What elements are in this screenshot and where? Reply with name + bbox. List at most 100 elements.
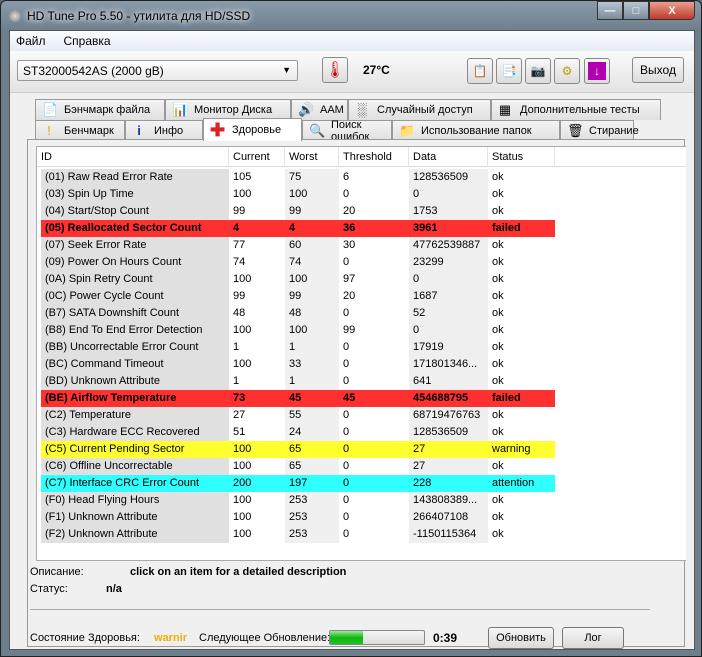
threshold-value: 0 (343, 528, 350, 540)
table-row[interactable]: (0A) Spin Retry Count 100 100 97 0 ok (41, 271, 686, 288)
tab-disk-monitor[interactable]: 📊 Монитор Диска (165, 99, 291, 120)
table-row[interactable]: (05) Reallocated Sector Count 4 4 36 3961 fai… (41, 220, 686, 237)
raw-data: 0 (409, 271, 488, 288)
tab-label: Здоровье (232, 124, 282, 136)
raw-data: 266407108 (409, 509, 488, 526)
column-threshold[interactable]: Threshold (339, 146, 409, 167)
maximize-button[interactable]: □ (623, 1, 649, 20)
raw-data: 23299 (409, 254, 488, 271)
tab-extra-tests[interactable]: ▦ Дополнительные тесты (491, 99, 661, 120)
column-current[interactable]: Current (229, 146, 285, 167)
threshold-value: 0 (343, 460, 350, 472)
table-row[interactable]: (C7) Interface CRC Error Count 200 197 0 228… (41, 475, 686, 492)
menu-help[interactable]: Справка (64, 34, 111, 48)
attribute-id: (07) Seek Error Rate (41, 237, 229, 254)
minimize-button[interactable]: — (597, 1, 623, 20)
tab-label: Бенчмарк (64, 125, 114, 137)
tab-folder-usage[interactable]: 📁 Использование папок (392, 120, 560, 141)
status: warning (488, 441, 555, 458)
table-row[interactable]: (F1) Unknown Attribute 100 253 0 266407108 ok (41, 509, 686, 526)
table-row[interactable]: (F0) Head Flying Hours 100 253 0 143808389..… (41, 492, 686, 509)
smart-table[interactable]: ID Current Worst Threshold Data Status (… (36, 146, 686, 561)
window-title: HD Tune Pro 5.50 - утилита для HD/SSD (27, 9, 251, 23)
worst-value: 65 (285, 458, 339, 475)
attribute-id: (0C) Power Cycle Count (41, 288, 229, 305)
attribute-id: (BD) Unknown Attribute (41, 373, 229, 390)
table-row[interactable]: (F2) Unknown Attribute 100 253 0 -1150115364… (41, 526, 686, 543)
worst-value: 100 (285, 322, 339, 339)
table-row[interactable]: (BC) Command Timeout 100 33 0 171801346... ok (41, 356, 686, 373)
disk-monitor-icon: 📊 (172, 102, 189, 117)
status: ok (492, 290, 504, 302)
raw-data: 1687 (409, 288, 488, 305)
status: ok (492, 358, 504, 370)
camera-icon: 📷 (530, 64, 546, 78)
download-arrow-icon: ↓ (588, 62, 606, 80)
raw-data: 0 (409, 186, 488, 203)
copy-screenshot-button[interactable]: 📑 (496, 58, 522, 84)
threshold-value: 30 (343, 239, 356, 251)
log-button[interactable]: Лог (562, 627, 624, 649)
raw-data: 3961 (409, 220, 488, 237)
attribute-id: (C2) Temperature (41, 407, 229, 424)
close-button[interactable]: X (649, 1, 695, 20)
threshold-value: 97 (343, 273, 356, 285)
tab-aam[interactable]: 🔊 AAM (291, 99, 348, 120)
column-status[interactable]: Status (488, 146, 555, 167)
refresh-button[interactable]: Обновить (488, 627, 554, 649)
worst-value: 24 (285, 424, 339, 441)
current-value: 200 (229, 475, 285, 492)
table-row[interactable]: (B7) SATA Downshift Count 48 48 0 52 ok (41, 305, 686, 322)
status: ok (492, 460, 504, 472)
app-icon (9, 10, 21, 22)
tab-random-access[interactable]: ░ Случайный доступ (348, 99, 491, 120)
status: ok (492, 511, 504, 523)
table-row[interactable]: (01) Raw Read Error Rate 105 75 6 128536509 o… (41, 169, 686, 186)
worst-value: 60 (285, 237, 339, 254)
table-row[interactable]: (B8) End To End Error Detection 100 100 99 0… (41, 322, 686, 339)
tab-health[interactable]: ✚ Здоровье (203, 118, 302, 141)
screenshot-button[interactable]: 📷 (525, 58, 551, 84)
table-row[interactable]: (09) Power On Hours Count 74 74 0 23299 ok (41, 254, 686, 271)
menu-file[interactable]: Файл (16, 34, 46, 48)
save-button[interactable]: ↓ (584, 58, 610, 84)
copy-image-icon: 📑 (501, 64, 517, 78)
chevron-down-icon: ▼ (282, 65, 291, 75)
worst-value: 33 (285, 356, 339, 373)
table-row[interactable]: (C6) Offline Uncorrectable 100 65 0 27 ok (41, 458, 686, 475)
worst-value: 4 (285, 220, 339, 237)
tab-info[interactable]: i Инфо (125, 120, 203, 141)
table-row[interactable]: (C5) Current Pending Sector 100 65 0 27 warni… (41, 441, 686, 458)
exit-button[interactable]: Выход (632, 57, 684, 83)
health-status-label: Состояние Здоровья: (30, 632, 140, 644)
table-row[interactable]: (07) Seek Error Rate 77 60 30 47762539887 ok (41, 237, 686, 254)
threshold-value: 0 (343, 409, 350, 421)
worst-value: 99 (285, 203, 339, 220)
table-row[interactable]: (04) Start/Stop Count 99 99 20 1753 ok (41, 203, 686, 220)
table-row[interactable]: (C2) Temperature 27 55 0 68719476763 ok (41, 407, 686, 424)
column-data[interactable]: Data (409, 146, 488, 167)
options-button[interactable]: ⚙ (554, 58, 580, 84)
column-worst[interactable]: Worst (285, 146, 339, 167)
current-value: 1 (233, 375, 240, 387)
status: ok (492, 494, 504, 506)
tab-benchmark[interactable]: ! Бенчмарк (35, 120, 125, 141)
status: ok (492, 188, 504, 200)
table-row[interactable]: (C3) Hardware ECC Recovered 51 24 0 12853650… (41, 424, 686, 441)
table-row[interactable]: (BE) Airflow Temperature 73 45 45 454688795 f… (41, 390, 686, 407)
tab-erase[interactable]: 🗑 Стирание (560, 120, 639, 141)
table-row[interactable]: (BD) Unknown Attribute 1 1 0 641 ok (41, 373, 686, 390)
tab-error-scan[interactable]: 🔍 Поиск ошибок (302, 119, 392, 143)
current-value: 73 (229, 390, 285, 407)
table-row[interactable]: (03) Spin Up Time 100 100 0 0 ok (41, 186, 686, 203)
copy-info-button[interactable]: 📋 (467, 58, 493, 84)
extra-tests-icon: ▦ (498, 102, 512, 117)
drive-select[interactable]: ST32000542AS (2000 gB) ▼ (17, 60, 298, 81)
tab-file-benchmark[interactable]: 📄 Бэнчмарк файла (35, 99, 165, 120)
threshold-value: 0 (343, 375, 350, 387)
table-row[interactable]: (0C) Power Cycle Count 99 99 20 1687 ok (41, 288, 686, 305)
column-id[interactable]: ID (37, 146, 229, 167)
thermometer-button[interactable]: 🌡 (322, 57, 348, 83)
table-row[interactable]: (BB) Uncorrectable Error Count 1 1 0 17919 ok (41, 339, 686, 356)
tab-label: Бэнчмарк файла (64, 104, 151, 116)
